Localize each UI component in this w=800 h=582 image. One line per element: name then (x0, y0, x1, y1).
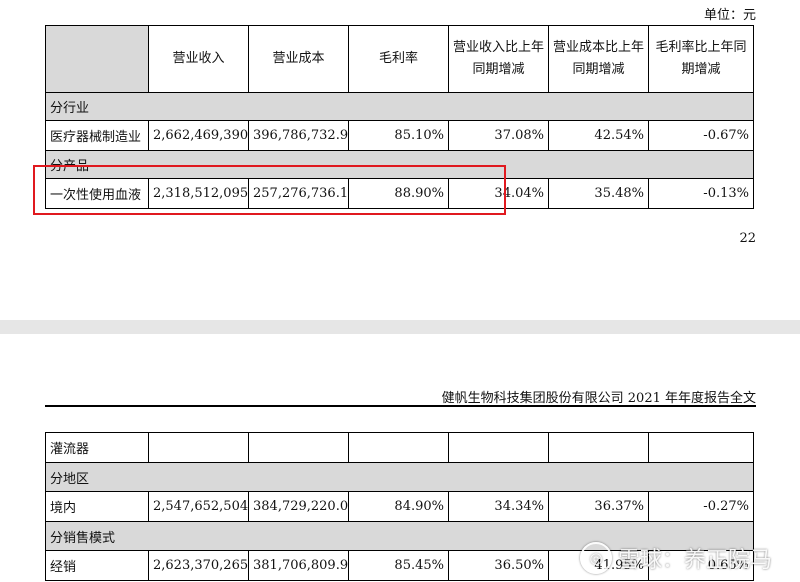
table-cell: 84.90% (348, 491, 449, 522)
table-cell (448, 432, 549, 463)
watermark: ◎ 雪球：养正院马 (580, 540, 790, 576)
watermark-text: 雪球：养正院马 (618, 548, 773, 573)
section-row: 分行业 (45, 92, 754, 121)
column-header: 毛利率 (348, 25, 449, 93)
snowball-logo-icon: ◎ (580, 542, 612, 574)
table-cell: 34.34% (448, 491, 549, 522)
table-cell: 396,786,732.95 (248, 120, 349, 151)
page-separator (0, 320, 800, 334)
page-number: 22 (739, 231, 756, 246)
table-cell: 85.10% (348, 120, 449, 151)
table-cell: 36.37% (548, 491, 649, 522)
section-label: 分地区 (45, 462, 754, 492)
row-label: 医疗器械制造业 (45, 120, 149, 151)
table-cell (348, 432, 449, 463)
table-cell: 2,547,652,504.86 (148, 491, 249, 522)
column-header: 营业成本比上年同期增减 (548, 25, 649, 93)
table-cell: 384,729,220.03 (248, 491, 349, 522)
row-label: 经销 (45, 550, 149, 581)
table-cell: 36.50% (448, 550, 549, 581)
title-rule (45, 405, 756, 407)
table-cell: 37.08% (448, 120, 549, 151)
table-cell: 85.45% (348, 550, 449, 581)
section-row: 分地区 (45, 462, 754, 492)
table-row: 医疗器械制造业2,662,469,390.84396,786,732.9585.… (45, 120, 754, 151)
table-cell: 2,623,370,265.02 (148, 550, 249, 581)
column-header: 营业成本 (248, 25, 349, 93)
column-header (45, 25, 149, 93)
column-header: 毛利率比上年同期增减 (648, 25, 754, 93)
table-row: 境内2,547,652,504.86384,729,220.0384.90%34… (45, 491, 754, 522)
highlight-box (33, 165, 506, 215)
unit-label: 单位：元 (703, 8, 756, 23)
table-cell: 2,662,469,390.84 (148, 120, 249, 151)
table-cell: 381,706,809.93 (248, 550, 349, 581)
column-header: 营业收入 (148, 25, 249, 93)
table-cell: -0.13% (648, 178, 754, 209)
table-cell: -0.67% (648, 120, 754, 151)
row-label: 境内 (45, 491, 149, 522)
column-header: 营业收入比上年同期增减 (448, 25, 549, 93)
section-label: 分行业 (45, 92, 754, 121)
table-cell: -0.27% (648, 491, 754, 522)
table-cell (648, 432, 754, 463)
table-cell (548, 432, 649, 463)
table-cell: 35.48% (548, 178, 649, 209)
row-label: 灌流器 (45, 432, 149, 463)
document-title: 健帆生物科技集团股份有限公司 2021 年年度报告全文 (441, 391, 756, 406)
table-cell (148, 432, 249, 463)
table-row: 灌流器 (45, 432, 754, 463)
header-row: 营业收入 营业成本 毛利率 营业收入比上年同期增减 营业成本比上年同期增减 毛利率比上年同… (45, 25, 754, 93)
table-cell: 42.54% (548, 120, 649, 151)
table-cell (248, 432, 349, 463)
